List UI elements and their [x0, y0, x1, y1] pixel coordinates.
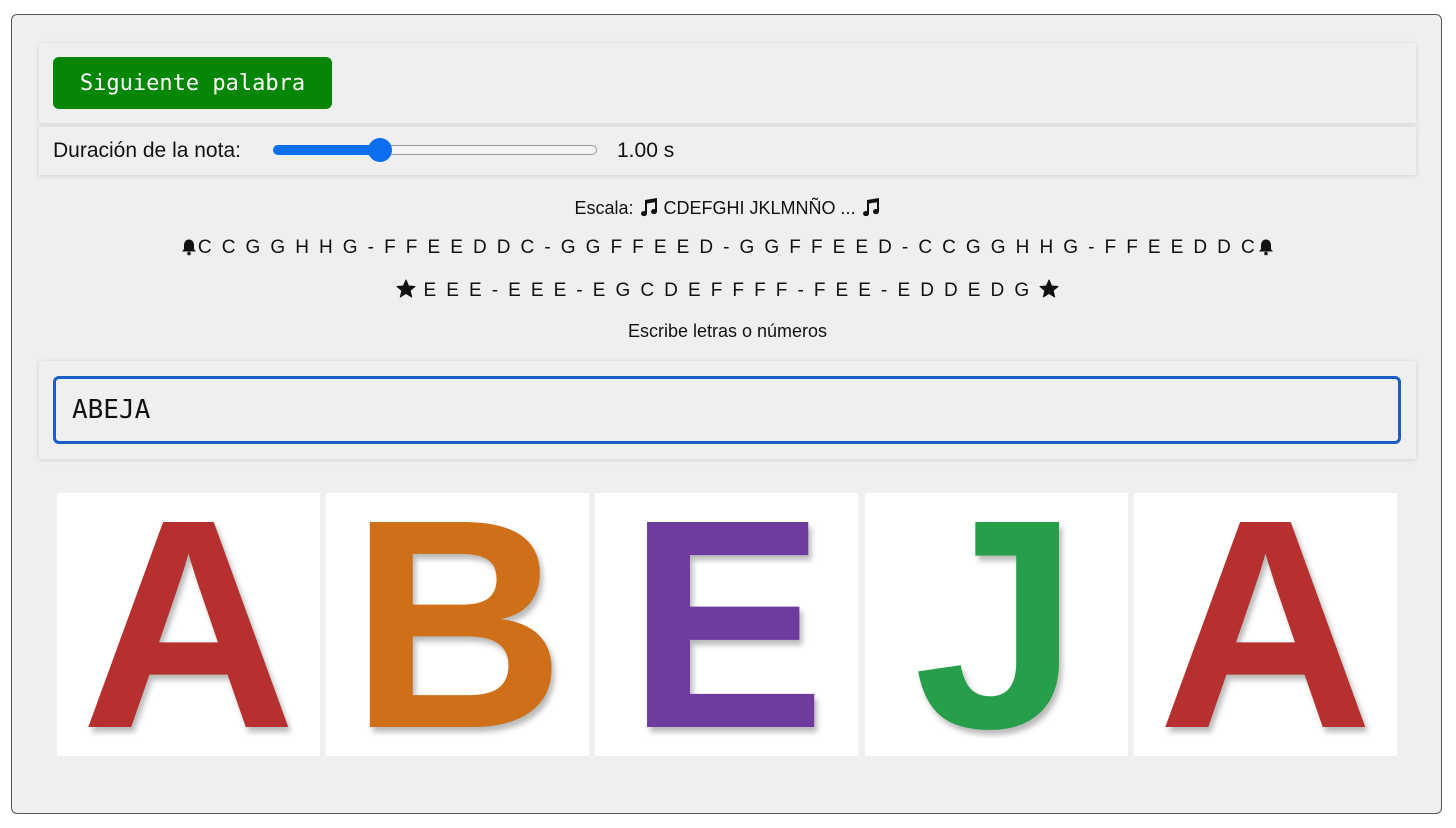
song-notes: C C G G H H G - F F E E D D C - G G F F …	[197, 237, 1258, 258]
tile-letter: A	[1157, 493, 1374, 756]
toolbar-panel: Siguiente palabra	[39, 43, 1416, 123]
scale-notes: CDEFGHI JKLMNÑO ...	[663, 198, 856, 218]
star-icon	[396, 279, 416, 305]
letter-tile: A	[57, 493, 320, 756]
song-line: E E E - E E E - E G C D E F F F F - F E …	[39, 279, 1416, 305]
letter-tile: A	[1134, 493, 1397, 756]
bell-icon	[180, 238, 198, 262]
bell-icon	[1257, 238, 1275, 262]
note-duration-label: Duración de la nota:	[53, 139, 241, 162]
input-hint: Escribe letras o números	[627, 321, 828, 341]
letter-tile: E	[595, 493, 858, 756]
word-input-panel	[39, 361, 1416, 459]
note-duration-panel: Duración de la nota: 1.00 s	[39, 127, 1416, 175]
letter-tile: B	[326, 493, 589, 756]
scale-label: Escala:	[574, 198, 634, 218]
note-duration-value: 1.00 s	[617, 139, 675, 162]
note-duration-slider-thumb[interactable]	[367, 138, 392, 162]
song-notes: E E E - E E E - E G C D E F F F F - F E …	[423, 280, 1032, 301]
app-window: Siguiente palabra Duración de la nota: 1…	[11, 14, 1442, 814]
tile-letter: A	[80, 493, 297, 756]
note-duration-slider-fill	[273, 145, 380, 155]
tile-letter: E	[627, 493, 826, 756]
scale-line: Escala: CDEFGHI JKLMNÑO ...	[39, 197, 1416, 222]
star-icon	[1039, 279, 1059, 305]
music-note-icon	[861, 197, 881, 222]
word-input[interactable]	[53, 376, 1401, 444]
tile-letter: B	[349, 493, 566, 756]
tile-letter: J	[913, 493, 1080, 756]
music-note-icon	[639, 197, 659, 222]
song-line: C C G G H H G - F F E E D D C - G G F F …	[39, 237, 1416, 262]
letter-tile: J	[865, 493, 1128, 756]
next-word-button[interactable]: Siguiente palabra	[53, 57, 332, 109]
